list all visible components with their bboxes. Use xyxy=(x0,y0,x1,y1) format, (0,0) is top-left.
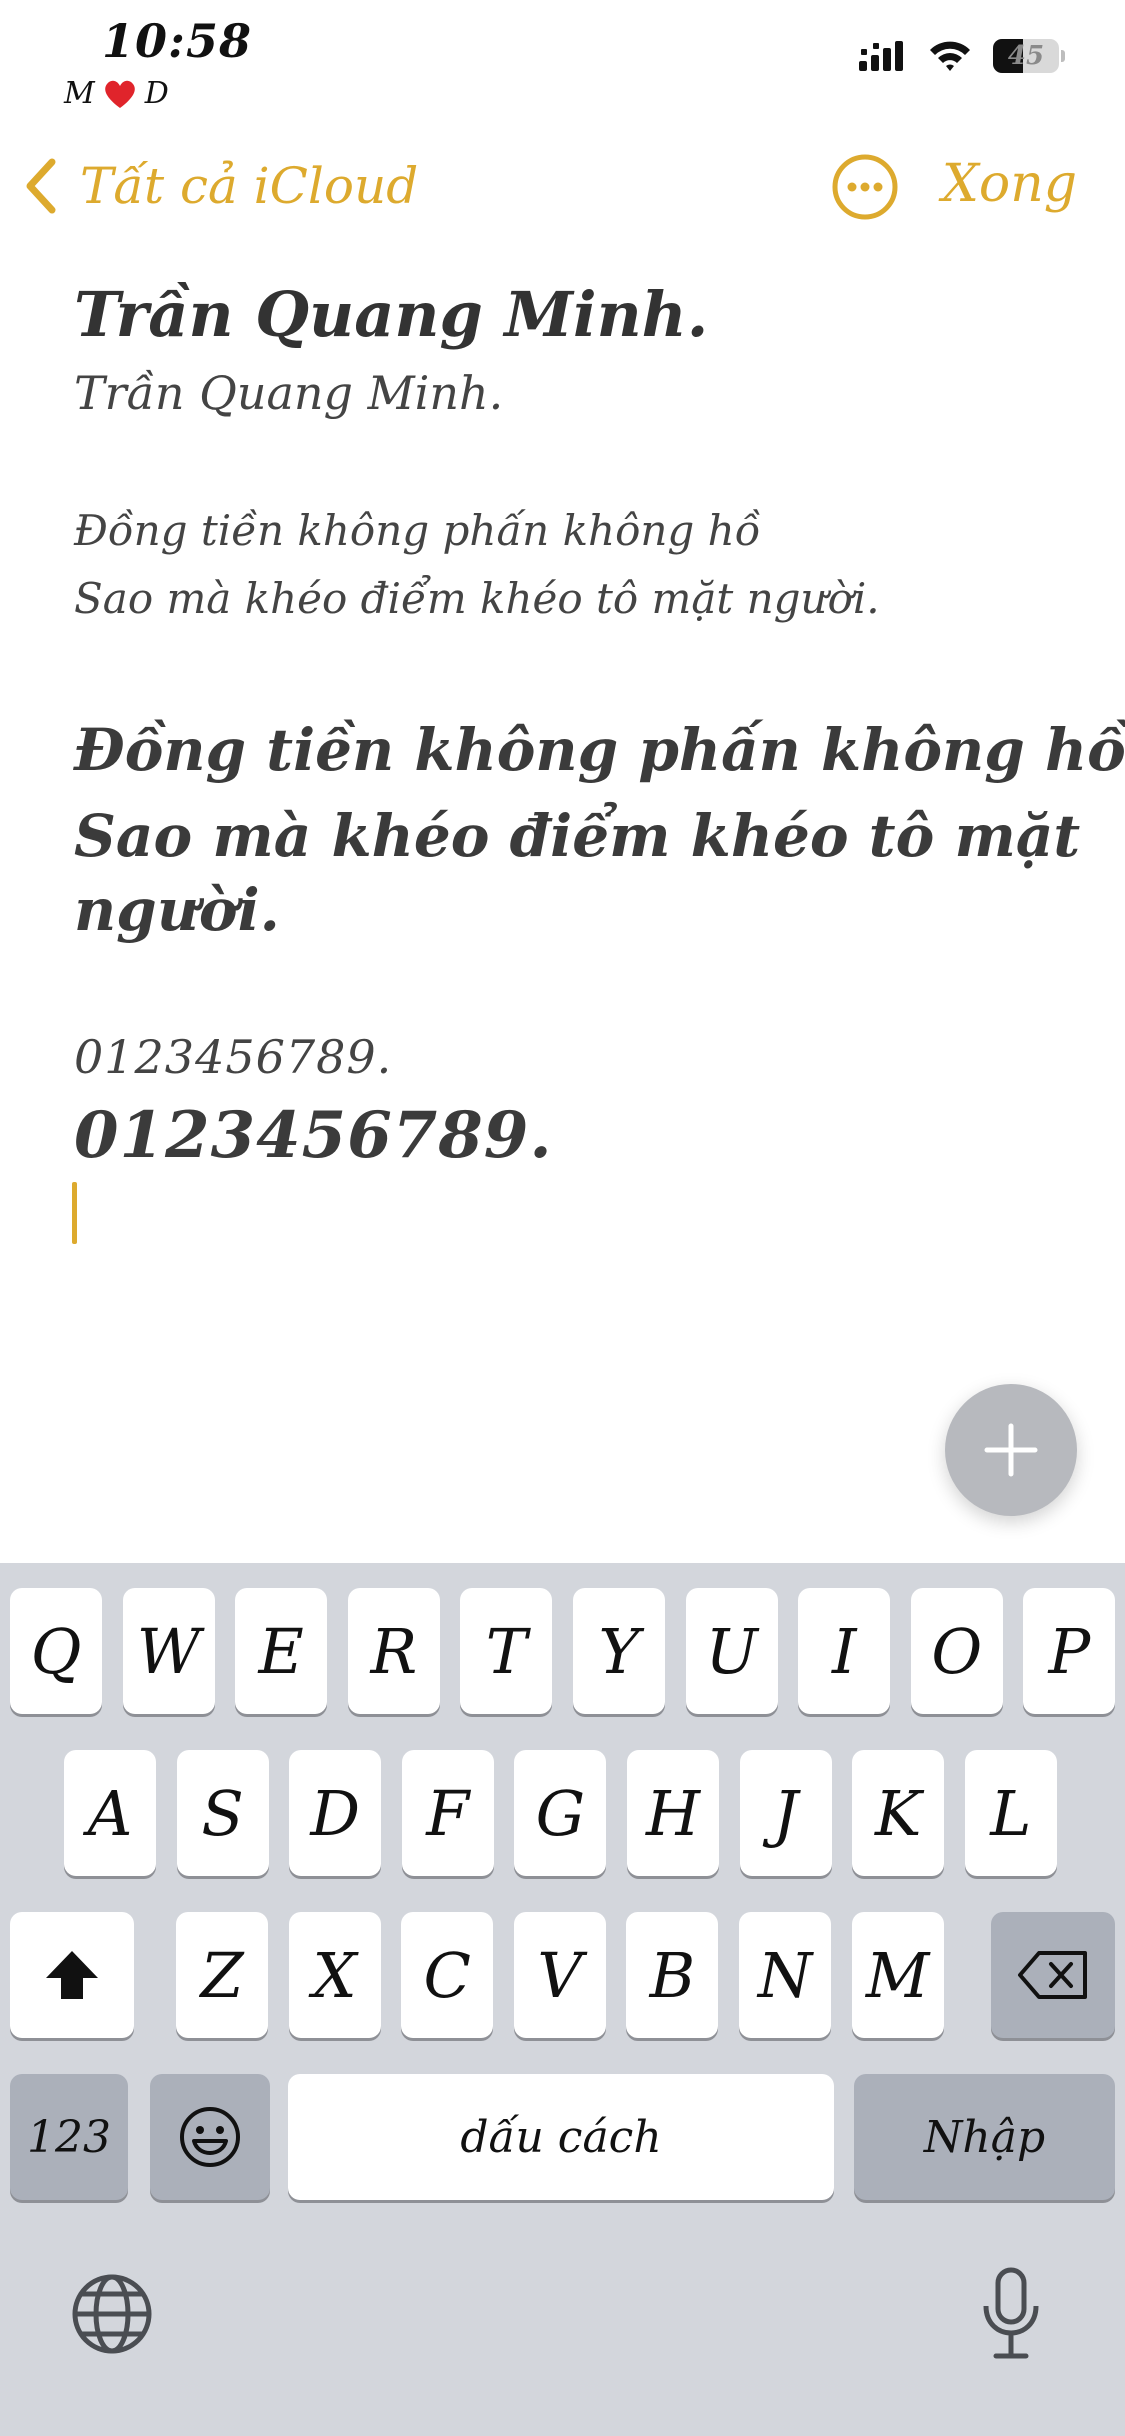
key-s-label: S xyxy=(201,1776,244,1850)
status-icons: 45 xyxy=(859,38,1065,74)
key-p-label: P xyxy=(1048,1614,1091,1688)
key-n[interactable]: N xyxy=(739,1912,831,2038)
add-button[interactable] xyxy=(945,1384,1077,1516)
key-u[interactable]: U xyxy=(685,1588,778,1714)
key-v[interactable]: V xyxy=(513,1912,606,2038)
key-q-label: Q xyxy=(30,1614,82,1688)
key-y[interactable]: Y xyxy=(573,1588,665,1714)
key-o[interactable]: O xyxy=(910,1588,1003,1714)
done-button[interactable]: Xong xyxy=(942,154,1077,214)
key-r-label: R xyxy=(370,1614,418,1688)
plus-icon xyxy=(984,1423,1038,1477)
more-options-icon[interactable] xyxy=(830,152,900,222)
key-w[interactable]: W xyxy=(122,1588,215,1714)
wifi-icon xyxy=(930,41,970,71)
key-o-label: O xyxy=(931,1614,983,1688)
key-h-label: H xyxy=(645,1776,701,1850)
key-i[interactable]: I xyxy=(798,1588,891,1714)
heart-icon xyxy=(104,80,135,108)
key-s[interactable]: S xyxy=(176,1750,269,1876)
key-j[interactable]: J xyxy=(739,1750,832,1876)
key-v-label: V xyxy=(537,1938,583,2012)
poem-big-line-1: Đồng tiền không phấn không hồ xyxy=(74,716,1125,784)
status-time: 10:58 xyxy=(102,14,253,68)
key-k-label: K xyxy=(875,1776,922,1850)
key-w-label: W xyxy=(136,1614,201,1688)
key-b-label: B xyxy=(649,1938,696,2012)
key-z[interactable]: Z xyxy=(176,1912,268,2038)
battery-indicator: 45 xyxy=(993,39,1065,73)
return-key[interactable]: Nhập xyxy=(854,2074,1115,2200)
return-key-label: Nhập xyxy=(923,2111,1046,2163)
carrier-label: M D xyxy=(64,76,169,111)
key-f[interactable]: F xyxy=(401,1750,494,1876)
key-x-label: X xyxy=(312,1938,357,2012)
emoji-icon xyxy=(180,2107,240,2167)
battery-percent: 45 xyxy=(1007,41,1045,71)
chevron-left-icon xyxy=(26,158,56,214)
delete-key[interactable] xyxy=(991,1912,1115,2038)
key-d[interactable]: D xyxy=(289,1750,382,1876)
key-f-label: F xyxy=(426,1776,470,1850)
key-g-label: G xyxy=(535,1776,586,1850)
key-e[interactable]: E xyxy=(235,1588,328,1714)
digits-big: 0123456789. xyxy=(74,1098,553,1173)
note-subtitle: Trần Quang Minh. xyxy=(74,366,504,420)
globe-icon[interactable] xyxy=(70,2272,154,2356)
note-title: Trần Quang Minh. xyxy=(74,278,709,351)
poem-big-line-3: người. xyxy=(74,876,280,944)
key-i-label: I xyxy=(831,1614,857,1688)
key-q[interactable]: Q xyxy=(10,1588,102,1714)
poem-big-line-2: Sao mà khéo điểm khéo tô mặt xyxy=(74,802,1081,870)
key-l[interactable]: L xyxy=(964,1750,1057,1876)
emoji-key[interactable] xyxy=(150,2074,270,2200)
back-button[interactable]: Tất cả iCloud xyxy=(22,150,418,222)
key-n-label: N xyxy=(757,1938,813,2012)
key-t[interactable]: T xyxy=(460,1588,553,1714)
delete-icon xyxy=(1018,1951,1087,1999)
key-t-label: T xyxy=(485,1614,528,1688)
poem-small-line-1: Đồng tiền không phấn không hồ xyxy=(74,506,761,555)
notes-screen: 10:58 M D 45 Tất cả iCloud Xong Trần Qua… xyxy=(0,0,1125,2436)
shift-icon xyxy=(46,1951,98,1999)
key-a-label: A xyxy=(87,1776,133,1850)
numbers-key[interactable]: 123 xyxy=(10,2074,128,2200)
battery-cap xyxy=(1061,50,1065,62)
carrier-left-text: M xyxy=(64,76,95,111)
text-cursor xyxy=(72,1182,77,1244)
key-c[interactable]: C xyxy=(401,1912,494,2038)
key-d-label: D xyxy=(310,1776,361,1850)
key-a[interactable]: A xyxy=(64,1750,156,1876)
key-y-label: Y xyxy=(598,1614,640,1688)
key-m-label: M xyxy=(865,1938,930,2012)
key-j-label: J xyxy=(773,1776,799,1850)
poem-small-line-2: Sao mà khéo điểm khéo tô mặt người. xyxy=(74,574,880,623)
key-h[interactable]: H xyxy=(627,1750,719,1876)
key-g[interactable]: G xyxy=(514,1750,607,1876)
key-u-label: U xyxy=(705,1614,758,1688)
key-b[interactable]: B xyxy=(626,1912,719,2038)
key-c-label: C xyxy=(423,1938,471,2012)
digits-small: 0123456789. xyxy=(74,1030,393,1084)
key-l-label: L xyxy=(990,1776,1032,1850)
shift-key[interactable] xyxy=(10,1912,134,2038)
key-r[interactable]: R xyxy=(347,1588,440,1714)
key-p[interactable]: P xyxy=(1023,1588,1116,1714)
numbers-key-label: 123 xyxy=(27,2111,111,2163)
microphone-icon[interactable] xyxy=(978,2266,1044,2362)
space-key[interactable]: dấu cách xyxy=(288,2074,834,2200)
cellular-signal-icon xyxy=(859,41,903,71)
space-key-label: dấu cách xyxy=(460,2111,662,2163)
key-m[interactable]: M xyxy=(851,1912,944,2038)
key-x[interactable]: X xyxy=(288,1912,381,2038)
carrier-right-text: D xyxy=(144,76,169,111)
back-button-label: Tất cả iCloud xyxy=(80,157,419,215)
key-z-label: Z xyxy=(200,1938,244,2012)
key-e-label: E xyxy=(258,1614,304,1688)
key-k[interactable]: K xyxy=(852,1750,945,1876)
